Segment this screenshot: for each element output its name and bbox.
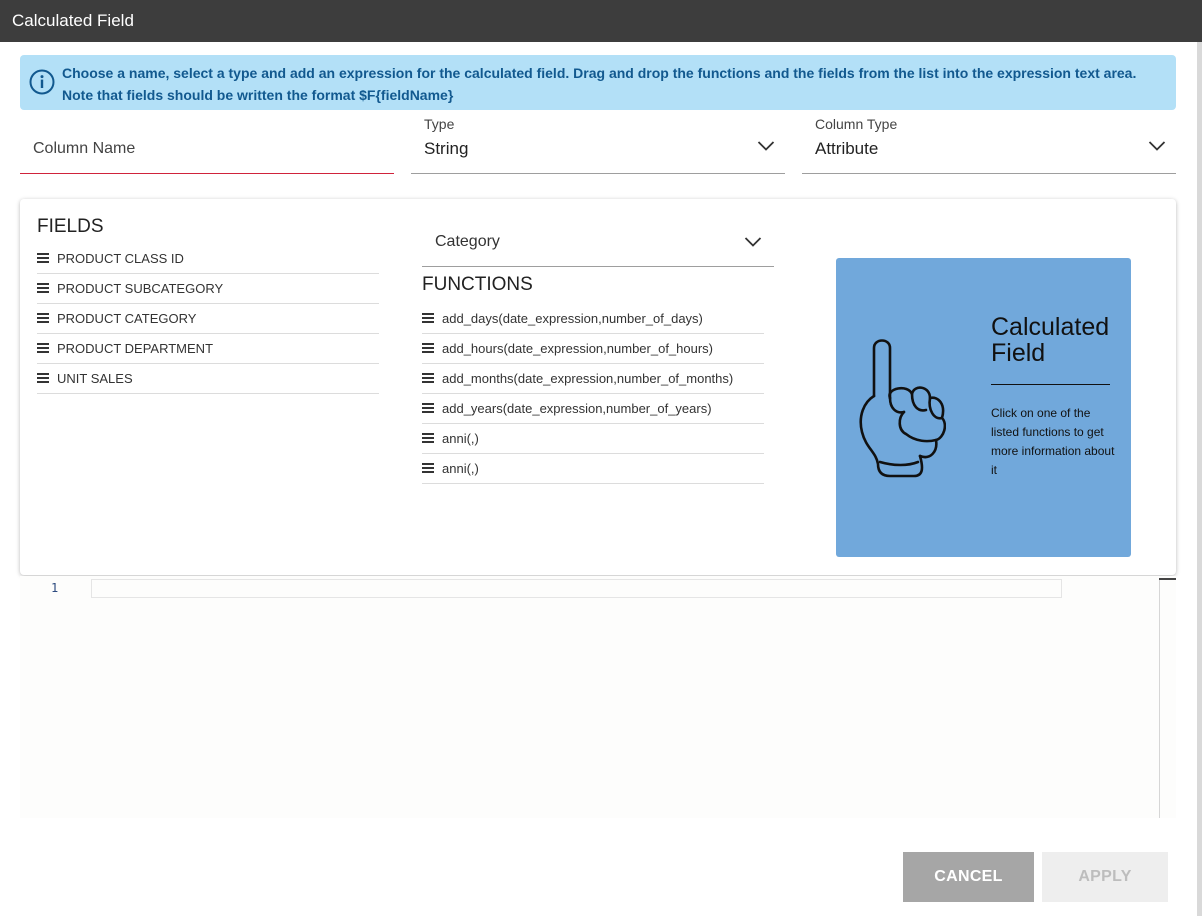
- drag-handle-icon[interactable]: [422, 313, 434, 323]
- editor-scrollbar-track[interactable]: [1159, 580, 1160, 818]
- field-item-label: UNIT SALES: [57, 371, 133, 386]
- function-item-label: anni(,): [442, 461, 479, 476]
- info-line-2: Note that fields should be written the f…: [62, 87, 454, 103]
- field-function-card: FIELDS PRODUCT CLASS ID PRODUCT SUBCATEGO…: [20, 199, 1176, 575]
- drag-handle-icon[interactable]: [37, 253, 49, 263]
- field-item-label: PRODUCT CLASS ID: [57, 251, 184, 266]
- column-type-label: Column Type: [815, 116, 898, 132]
- field-item[interactable]: UNIT SALES: [37, 364, 379, 394]
- field-item[interactable]: PRODUCT CATEGORY: [37, 304, 379, 334]
- fields-list: PRODUCT CLASS ID PRODUCT SUBCATEGORY PRODU…: [37, 244, 379, 394]
- apply-button[interactable]: APPLY: [1042, 852, 1168, 902]
- info-icon: [29, 69, 55, 95]
- function-item[interactable]: anni(,): [422, 454, 764, 484]
- info-line-1: Choose a name, select a type and add an …: [62, 65, 1137, 81]
- type-label: Type: [424, 116, 455, 132]
- drag-handle-icon[interactable]: [37, 313, 49, 323]
- type-select[interactable]: Type String: [411, 112, 785, 174]
- drag-handle-icon[interactable]: [37, 373, 49, 383]
- functions-title: FUNCTIONS: [422, 274, 533, 295]
- help-divider: [991, 384, 1110, 385]
- editor-scrollbar-marker: [1159, 578, 1176, 580]
- drag-handle-icon[interactable]: [37, 283, 49, 293]
- function-item[interactable]: add_years(date_expression,number_of_year…: [422, 394, 764, 424]
- column-type-value: Attribute: [815, 139, 879, 158]
- drag-handle-icon[interactable]: [422, 433, 434, 443]
- field-item[interactable]: PRODUCT SUBCATEGORY: [37, 274, 379, 304]
- function-item[interactable]: add_hours(date_expression,number_of_hour…: [422, 334, 764, 364]
- chevron-down-icon[interactable]: [757, 140, 775, 152]
- line-number: 1: [51, 581, 59, 595]
- drag-handle-icon[interactable]: [422, 343, 434, 353]
- chevron-down-icon[interactable]: [1148, 140, 1166, 152]
- drag-handle-icon[interactable]: [37, 343, 49, 353]
- function-item-label: anni(,): [442, 431, 479, 446]
- function-item-label: add_years(date_expression,number_of_year…: [442, 401, 712, 416]
- field-item[interactable]: PRODUCT DEPARTMENT: [37, 334, 379, 364]
- column-name-placeholder: Column Name: [33, 140, 136, 157]
- field-item-label: PRODUCT DEPARTMENT: [57, 341, 214, 356]
- type-value: String: [424, 139, 469, 158]
- function-item[interactable]: add_months(date_expression,number_of_mon…: [422, 364, 764, 394]
- help-title: Calculated Field: [991, 313, 1110, 367]
- pointing-hand-icon: [859, 339, 946, 478]
- expression-editor[interactable]: 1: [20, 576, 1176, 818]
- function-item-label: add_hours(date_expression,number_of_hour…: [442, 341, 714, 356]
- dialog-right-edge: [1197, 42, 1202, 916]
- function-help-panel: Calculated Field Click on one of the lis…: [836, 258, 1131, 557]
- column-type-select[interactable]: Column Type Attribute: [802, 112, 1176, 174]
- column-name-field[interactable]: Column Name: [20, 112, 394, 174]
- chevron-down-icon[interactable]: [744, 236, 762, 248]
- drag-handle-icon[interactable]: [422, 463, 434, 473]
- field-item-label: PRODUCT CATEGORY: [57, 311, 197, 326]
- editor-current-line[interactable]: [91, 579, 1062, 598]
- field-item-label: PRODUCT SUBCATEGORY: [57, 281, 224, 296]
- function-item[interactable]: add_days(date_expression,number_of_days): [422, 304, 764, 334]
- function-category-select[interactable]: Category: [422, 211, 774, 267]
- info-banner: Choose a name, select a type and add an …: [20, 55, 1176, 110]
- dialog-title: Calculated Field: [12, 11, 134, 30]
- dialog-titlebar: Calculated Field: [0, 0, 1202, 42]
- drag-handle-icon[interactable]: [422, 403, 434, 413]
- field-item[interactable]: PRODUCT CLASS ID: [37, 244, 379, 274]
- function-item-label: add_days(date_expression,number_of_days): [442, 311, 703, 326]
- category-value: Category: [435, 233, 500, 250]
- help-description: Click on one of the listed functions to …: [991, 406, 1115, 477]
- functions-list: add_days(date_expression,number_of_days)…: [422, 304, 764, 484]
- info-message: Choose a name, select a type and add an …: [62, 62, 1162, 106]
- cancel-button[interactable]: CANCEL: [903, 852, 1034, 902]
- fields-title: FIELDS: [37, 216, 104, 237]
- function-item-label: add_months(date_expression,number_of_mon…: [442, 371, 734, 386]
- drag-handle-icon[interactable]: [422, 373, 434, 383]
- function-item[interactable]: anni(,): [422, 424, 764, 454]
